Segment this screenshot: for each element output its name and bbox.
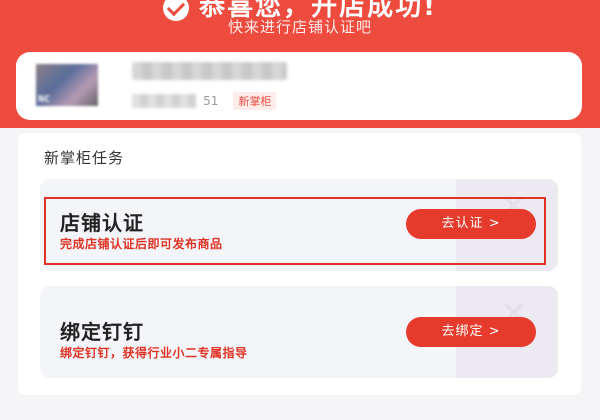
role-badge: 新掌柜: [233, 91, 277, 110]
task-title: 绑定钉钉: [60, 320, 144, 344]
task-card-bind-dingtalk[interactable]: ✕ 绑定钉钉 绑定钉钉，获得行业小二专属指导 去绑定 >: [40, 286, 558, 378]
panel-title: 新掌柜任务: [44, 149, 125, 167]
success-subtitle: 快来进行店铺认证吧: [227, 18, 372, 36]
go-bind-button[interactable]: 去绑定 >: [406, 317, 536, 347]
task-description: 完成店铺认证后即可发布商品: [60, 237, 223, 251]
task-description: 绑定钉钉，获得行业小二专属指导: [60, 346, 248, 360]
store-profile-card: NC 51 新掌柜: [16, 52, 582, 120]
store-name-redacted: [132, 62, 287, 80]
go-verify-button[interactable]: 去认证 >: [406, 209, 536, 239]
avatar[interactable]: NC: [36, 64, 98, 106]
app-screen: 恭喜您，开店成功! 快来进行店铺认证吧 NC 51 新掌柜 新掌柜任务 ✕ 店铺…: [0, 0, 600, 420]
new-merchant-task-panel: 新掌柜任务 ✕ 店铺认证 完成店铺认证后即可发布商品 去认证 > ✕ 绑定钉钉 …: [18, 133, 581, 395]
account-id-tail: 51: [203, 93, 219, 108]
task-title: 店铺认证: [60, 211, 144, 235]
account-id-redacted: [132, 93, 196, 108]
task-card-store-verification[interactable]: ✕ 店铺认证 完成店铺认证后即可发布商品 去认证 >: [40, 179, 558, 271]
account-id-row: 51 新掌柜: [132, 90, 277, 110]
avatar-tag: NC: [38, 94, 51, 105]
